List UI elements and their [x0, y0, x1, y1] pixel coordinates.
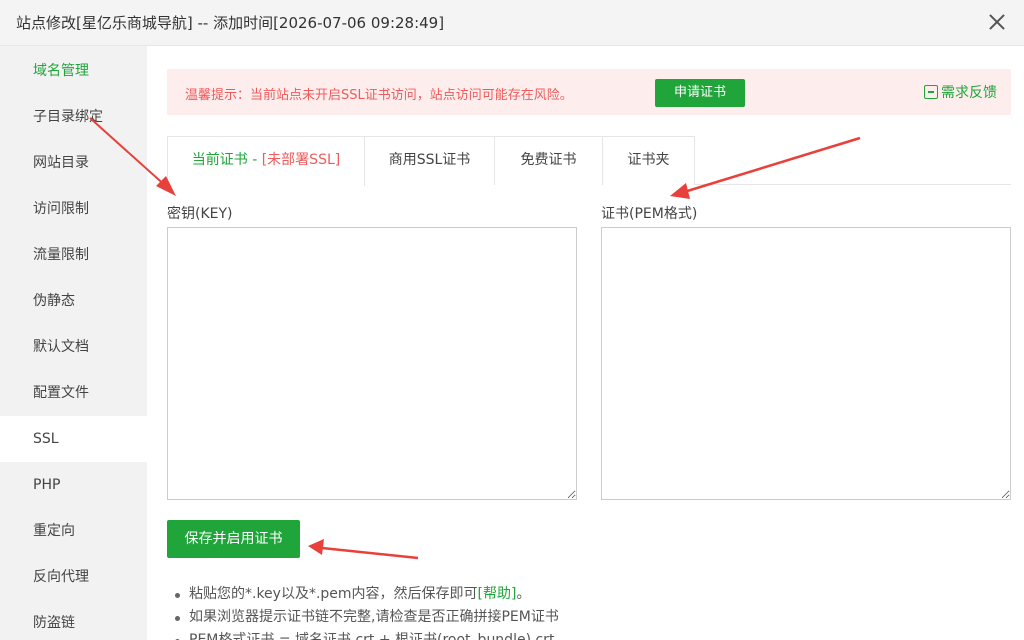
key-label: 密钥(KEY) [167, 206, 233, 222]
feedback-label: 需求反馈 [941, 85, 997, 101]
dialog-title: 站点修改[星亿乐商城导航] -- 添加时间[2026-07-06 09:28:4… [16, 14, 445, 32]
edit-icon [924, 85, 938, 99]
sidebar-item-hotlink[interactable]: 防盗链 [0, 600, 147, 640]
apply-cert-button[interactable]: 申请证书 [655, 79, 745, 107]
list-item: PEM格式证书 = 域名证书.crt + 根证书(root_bundle).cr… [175, 629, 559, 640]
sidebar-item-traffic-limit[interactable]: 流量限制 [0, 232, 147, 278]
tab-current-cert[interactable]: 当前证书 - [未部署SSL] [167, 136, 365, 186]
arrow-to-save [308, 539, 419, 560]
tab-free-cert[interactable]: 免费证书 [494, 136, 603, 185]
notice-text: 温馨提示：当前站点未开启SSL证书访问，站点访问可能存在风险。 [185, 88, 573, 103]
key-textarea[interactable] [167, 227, 577, 500]
tips-list: 粘贴您的*.key以及*.pem内容，然后保存即可[帮助]。 如果浏览器提示证书… [175, 583, 559, 640]
sidebar-item-php[interactable]: PHP [0, 462, 147, 508]
sidebar: 域名管理 子目录绑定 网站目录 访问限制 流量限制 伪静态 默认文档 配置文件 … [0, 46, 147, 640]
sidebar-item-redirect[interactable]: 重定向 [0, 508, 147, 554]
ssl-tabs: 当前证书 - [未部署SSL] 商用SSL证书 免费证书 证书夹 [167, 136, 1011, 186]
feedback-link[interactable]: 需求反馈 [924, 82, 997, 102]
cert-label: 证书(PEM格式) [601, 206, 698, 222]
sidebar-item-ssl[interactable]: SSL [0, 416, 147, 462]
sidebar-item-subdir-binding[interactable]: 子目录绑定 [0, 94, 147, 140]
tab-current-label: 当前证书 - [191, 152, 262, 168]
cert-textarea[interactable] [601, 227, 1011, 500]
ssl-warning-notice: 温馨提示：当前站点未开启SSL证书访问，站点访问可能存在风险。 申请证书 需求反… [167, 69, 1011, 115]
tab-commercial-ssl[interactable]: 商用SSL证书 [364, 136, 495, 185]
sidebar-item-domain[interactable]: 域名管理 [0, 48, 147, 94]
list-item: 如果浏览器提示证书链不完整,请检查是否正确拼接PEM证书 [175, 606, 559, 629]
sidebar-item-access-limit[interactable]: 访问限制 [0, 186, 147, 232]
sidebar-item-site-dir[interactable]: 网站目录 [0, 140, 147, 186]
tip-end: 。 [516, 586, 531, 602]
list-item: 粘贴您的*.key以及*.pem内容，然后保存即可[帮助]。 [175, 583, 559, 606]
tip-text: 粘贴您的*.key以及*.pem内容，然后保存即可 [189, 586, 478, 602]
close-icon[interactable] [984, 9, 1010, 35]
sidebar-item-reverse-proxy[interactable]: 反向代理 [0, 554, 147, 600]
ssl-status-badge: [未部署SSL] [261, 152, 341, 168]
help-link[interactable]: [帮助] [478, 586, 517, 602]
sidebar-item-default-doc[interactable]: 默认文档 [0, 324, 147, 370]
sidebar-item-rewrite[interactable]: 伪静态 [0, 278, 147, 324]
dialog-titlebar: 站点修改[星亿乐商城导航] -- 添加时间[2026-07-06 09:28:4… [0, 0, 1024, 46]
sidebar-item-config-file[interactable]: 配置文件 [0, 370, 147, 416]
save-enable-cert-button[interactable]: 保存并启用证书 [167, 520, 300, 558]
tab-cert-folder[interactable]: 证书夹 [602, 136, 695, 185]
